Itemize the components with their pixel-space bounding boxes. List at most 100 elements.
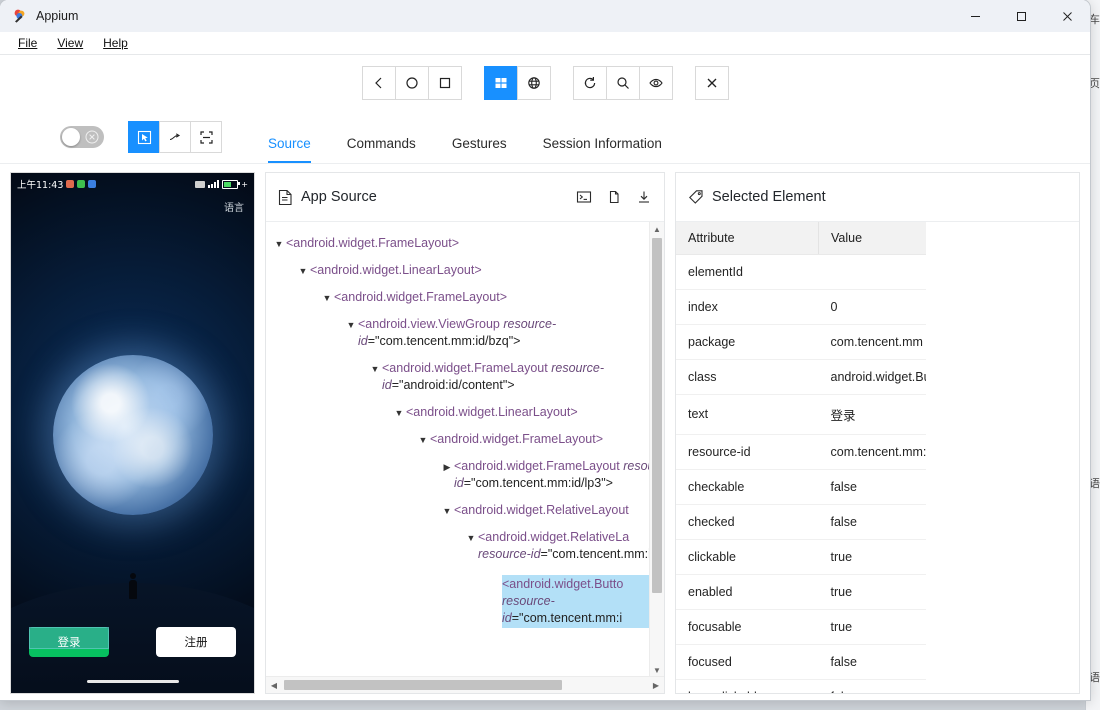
- table-row[interactable]: checkable false: [676, 469, 926, 505]
- tree-node[interactable]: ▼ <android.view.ViewGroup resource-id="c…: [266, 311, 650, 355]
- device-register-button[interactable]: 注册: [156, 627, 236, 657]
- tree-node[interactable]: ▶ <android.widget.FrameLayout resource-i…: [266, 453, 650, 497]
- tree-node[interactable]: ▼ <android.widget.FrameLayout resource-i…: [266, 355, 650, 399]
- tab-session-information[interactable]: Session Information: [543, 111, 662, 163]
- chevron-down-icon[interactable]: ▼: [418, 432, 428, 449]
- device-register-button-label: 注册: [184, 635, 208, 649]
- chevron-down-icon[interactable]: ▼: [346, 317, 356, 334]
- scroll-down-icon[interactable]: ▼: [650, 663, 664, 677]
- menubar: File View Help: [0, 32, 1090, 55]
- table-row[interactable]: clickable true: [676, 539, 926, 575]
- background-text-fragment-2: 页: [1089, 77, 1100, 90]
- source-horizontal-scrollbar[interactable]: ◀ ▶: [266, 676, 664, 693]
- appium-logo-icon: [12, 8, 28, 24]
- table-row[interactable]: index 0: [676, 289, 926, 325]
- tree-node-tag: <android.view.ViewGroup: [358, 317, 500, 331]
- maximize-button[interactable]: [998, 0, 1044, 32]
- table-row[interactable]: classandroid.widget.Button: [676, 359, 926, 395]
- status-app-icon-3: [88, 180, 97, 188]
- swipe-mode[interactable]: [159, 121, 191, 153]
- attribute-value: true: [818, 609, 926, 645]
- home-button[interactable]: [394, 66, 429, 100]
- quit-session-button[interactable]: [694, 66, 729, 100]
- tree-node-value: ="com.tencent.mm:id/bzq">: [367, 334, 521, 348]
- tab-source[interactable]: Source: [268, 111, 311, 163]
- interaction-mode-group: [128, 121, 222, 153]
- tree-node-tag: <android.widget.RelativeLa: [478, 530, 630, 544]
- tag-icon: [689, 190, 703, 204]
- table-row[interactable]: focusable true: [676, 609, 926, 645]
- tap-coordinates-mode[interactable]: [190, 121, 222, 153]
- inspector-main: 上午11:43 + 语言 登录 注册 App Source ▼ <android…: [0, 164, 1090, 694]
- language-label[interactable]: 语言: [224, 199, 244, 214]
- scroll-up-icon[interactable]: ▲: [650, 222, 664, 236]
- table-row[interactable]: text 登录: [676, 394, 926, 435]
- chevron-down-icon[interactable]: ▼: [322, 290, 332, 307]
- menu-view[interactable]: View: [49, 34, 91, 52]
- table-row[interactable]: enabled true: [676, 574, 926, 610]
- table-row[interactable]: checked false: [676, 504, 926, 540]
- tree-node-tag: <android.widget.Butto: [502, 577, 624, 591]
- chevron-down-icon[interactable]: ▼: [466, 530, 476, 547]
- copy-icon[interactable]: [606, 189, 622, 205]
- tree-node[interactable]: ▼ <android.widget.FrameLayout>: [266, 284, 650, 311]
- search-element-button[interactable]: [605, 66, 640, 100]
- selected-node-highlight: <android.widget.Butto resource-id="com.t…: [502, 575, 650, 628]
- recording-toggle[interactable]: [60, 126, 104, 148]
- back-button[interactable]: [361, 66, 396, 100]
- horizontal-scroll-track[interactable]: [282, 679, 648, 691]
- toggle-visibility-button[interactable]: [638, 66, 673, 100]
- horizontal-scroll-thumb[interactable]: [284, 680, 562, 690]
- select-element-mode[interactable]: [128, 121, 160, 153]
- tab-gestures[interactable]: Gestures: [452, 111, 507, 163]
- table-row[interactable]: package com.tencent.mm: [676, 324, 926, 360]
- tree-node[interactable]: ▼ <android.widget.FrameLayout>: [266, 230, 650, 257]
- vertical-scroll-thumb[interactable]: [652, 238, 662, 593]
- attribute-value: 登录: [818, 394, 926, 435]
- chevron-down-icon[interactable]: ▼: [370, 361, 380, 378]
- attribute-name: text: [676, 394, 819, 435]
- tree-node-selected[interactable]: <android.widget.Butto resource-id="com.t…: [266, 568, 650, 633]
- attributes-table-header-row: Attribute Value: [676, 221, 926, 255]
- tree-node-attr: resource-id: [478, 547, 541, 561]
- close-button[interactable]: [1044, 0, 1090, 32]
- device-login-button[interactable]: 登录: [29, 627, 109, 657]
- toggle-knob: [62, 128, 80, 146]
- chevron-right-icon[interactable]: ▶: [442, 459, 452, 476]
- source-vertical-scrollbar[interactable]: ▲ ▼: [649, 222, 664, 677]
- tab-commands[interactable]: Commands: [347, 111, 416, 163]
- native-context-button[interactable]: [483, 66, 518, 100]
- attribute-value: 0: [818, 289, 926, 325]
- tree-node[interactable]: ▼ <android.widget.RelativeLayout: [266, 497, 650, 524]
- chevron-down-icon[interactable]: ▼: [394, 405, 404, 422]
- attribute-value: false: [818, 679, 926, 693]
- chevron-down-icon[interactable]: ▼: [298, 263, 308, 280]
- tree-node[interactable]: ▼ <android.widget.LinearLayout>: [266, 399, 650, 426]
- table-row[interactable]: long-clickablefalse: [676, 679, 926, 693]
- menu-help[interactable]: Help: [95, 34, 136, 52]
- terminal-icon[interactable]: [576, 189, 592, 205]
- download-icon[interactable]: [636, 189, 652, 205]
- chevron-down-icon[interactable]: ▼: [274, 236, 284, 253]
- source-tree[interactable]: ▼ <android.widget.FrameLayout> ▼ <androi…: [266, 222, 650, 677]
- tree-node[interactable]: ▼ <android.widget.LinearLayout>: [266, 257, 650, 284]
- scroll-left-icon[interactable]: ◀: [266, 681, 282, 690]
- tree-node[interactable]: ▼ <android.widget.RelativeLa resource-id…: [266, 524, 650, 568]
- web-context-button[interactable]: [516, 66, 551, 100]
- menu-file[interactable]: File: [10, 34, 45, 52]
- attribute-value: [818, 254, 926, 290]
- tree-node[interactable]: ▼ <android.widget.FrameLayout>: [266, 426, 650, 453]
- attribute-value: false: [818, 644, 926, 680]
- refresh-source-button[interactable]: [572, 66, 607, 100]
- recent-apps-button[interactable]: [427, 66, 462, 100]
- scroll-right-icon[interactable]: ▶: [648, 681, 664, 690]
- chevron-down-icon[interactable]: ▼: [442, 503, 452, 520]
- device-screenshot-column: 上午11:43 + 语言 登录 注册: [10, 172, 255, 694]
- table-row[interactable]: resource-idcom.tencent.mm:id/j_9: [676, 434, 926, 470]
- tree-node-tag: <android.widget.LinearLayout>: [310, 263, 482, 277]
- device-screenshot[interactable]: 上午11:43 + 语言 登录 注册: [10, 172, 255, 694]
- background-text-fragment-4: 语: [1089, 671, 1100, 684]
- minimize-button[interactable]: [952, 0, 998, 32]
- table-row[interactable]: elementId: [676, 254, 926, 290]
- table-row[interactable]: focused false: [676, 644, 926, 680]
